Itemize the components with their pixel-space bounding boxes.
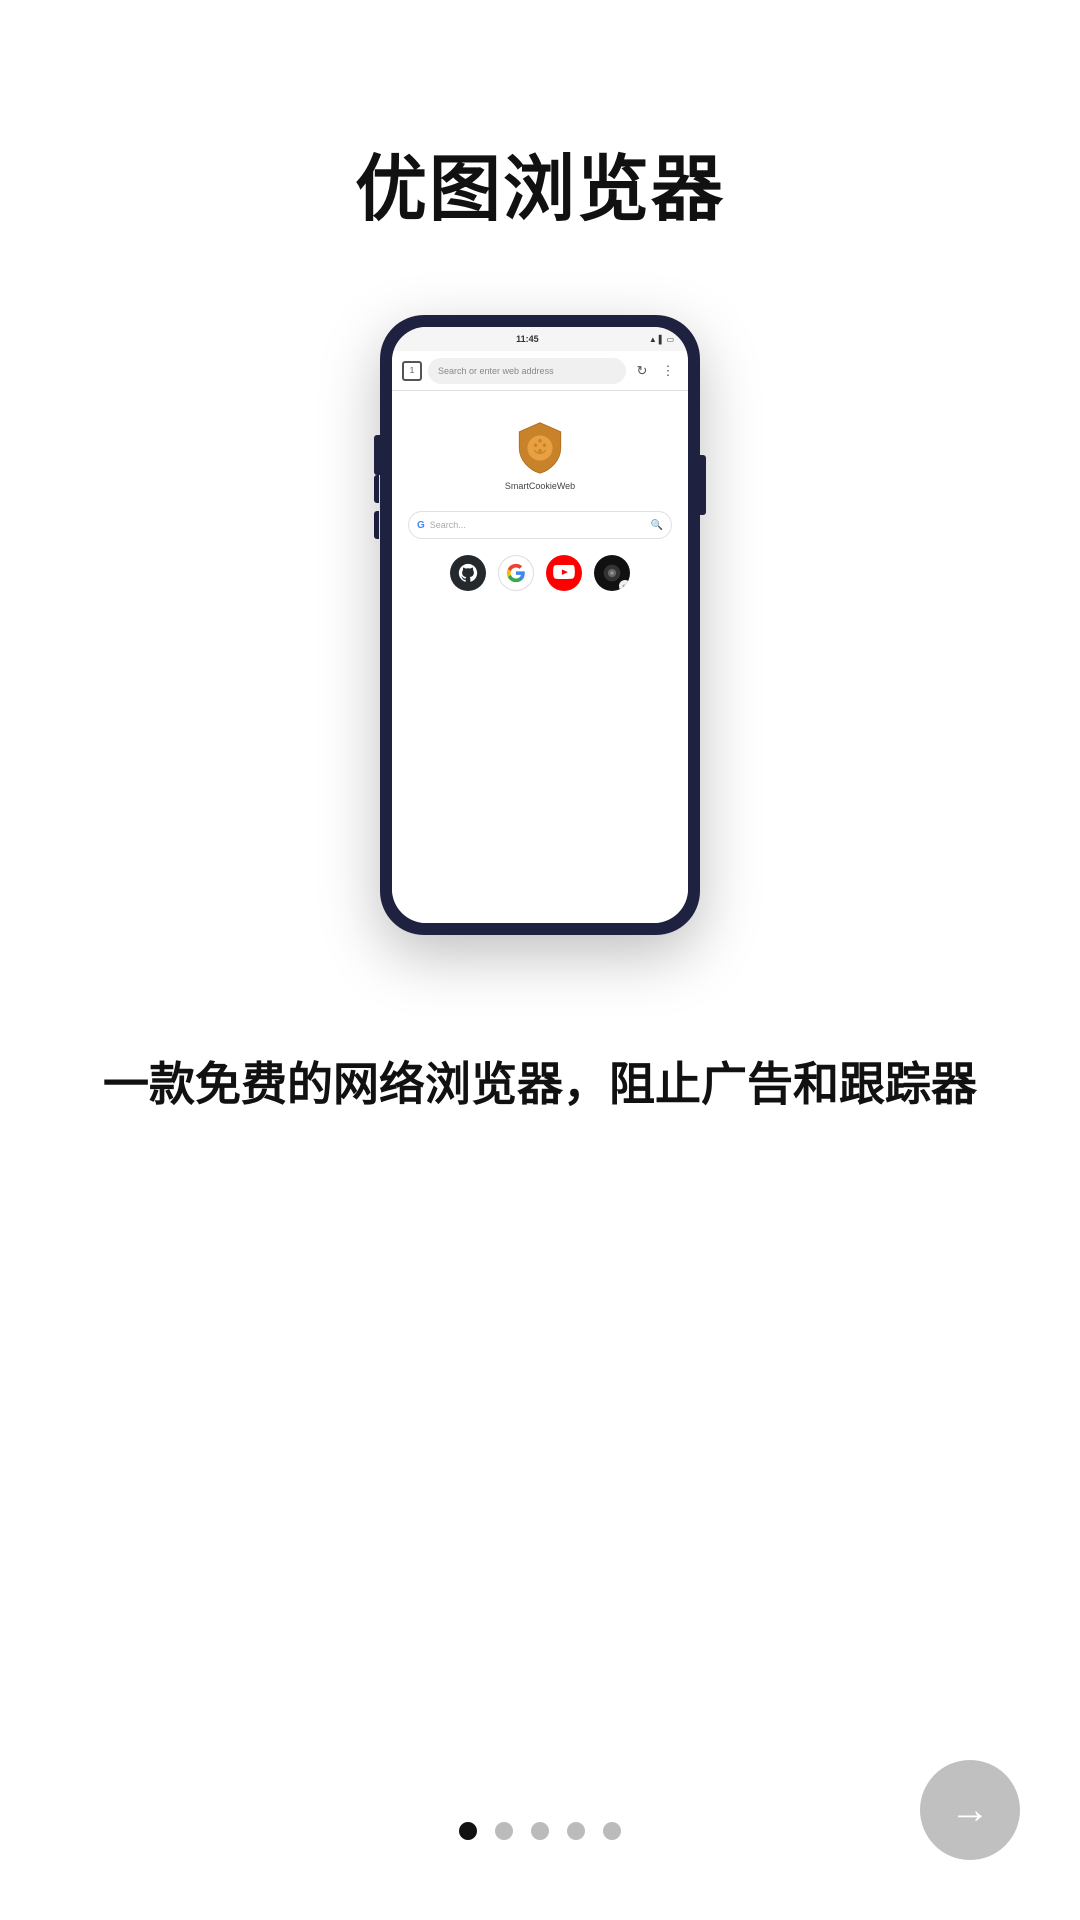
address-bar[interactable]: Search or enter web address <box>428 358 626 384</box>
app-title: 优图浏览器 <box>355 130 725 235</box>
page-container: 优图浏览器 11:45 ▲ ▌ ▭ <box>0 0 1080 1920</box>
signal-icon: ▌ <box>659 335 665 344</box>
bookmark-other[interactable]: ✏ <box>594 555 630 591</box>
scw-shield-icon <box>513 421 567 475</box>
pagination-dots <box>0 1822 1080 1840</box>
dot-1[interactable] <box>459 1822 477 1840</box>
browser-search-bar[interactable]: G Search... 🔍 <box>408 511 672 539</box>
menu-icon: ⋮ <box>662 363 675 379</box>
scw-logo-container: SmartCookieWeb <box>505 421 575 491</box>
wifi-icon: ▲ <box>649 335 657 344</box>
search-magnifier-icon: 🔍 <box>651 520 663 531</box>
dot-2[interactable] <box>495 1822 513 1840</box>
bookmark-github[interactable] <box>450 555 486 591</box>
next-arrow-icon: → <box>950 1790 990 1830</box>
dot-4[interactable] <box>567 1822 585 1840</box>
battery-icon: ▭ <box>666 335 674 344</box>
address-bar-placeholder: Search or enter web address <box>438 366 554 376</box>
menu-button[interactable]: ⋮ <box>658 361 678 381</box>
status-time: 11:45 <box>516 334 539 344</box>
vol-down-btn <box>374 511 379 539</box>
other-app-icon <box>602 563 622 583</box>
bookmarks-row: ✏ <box>450 555 630 591</box>
status-icons: ▲ ▌ ▭ <box>649 335 674 344</box>
phone-outer-frame: 11:45 ▲ ▌ ▭ 1 Search or enter web addres… <box>380 315 700 935</box>
phone-screen: 11:45 ▲ ▌ ▭ 1 Search or enter web addres… <box>392 327 688 923</box>
dot-3[interactable] <box>531 1822 549 1840</box>
edit-dot: ✏ <box>619 580 630 591</box>
google-g-icon: G <box>417 520 425 531</box>
browser-search-placeholder: Search... <box>430 520 646 530</box>
subtitle-text: 一款免费的网络浏览器，阻止广告和跟踪器 <box>43 1055 1037 1115</box>
google-icon <box>506 563 526 583</box>
refresh-icon: ↻ <box>637 363 648 379</box>
bookmark-google[interactable] <box>498 555 534 591</box>
tab-number: 1 <box>410 366 414 375</box>
dot-5[interactable] <box>603 1822 621 1840</box>
volume-buttons <box>374 475 379 539</box>
tab-count-icon[interactable]: 1 <box>402 361 422 381</box>
next-button[interactable]: → <box>920 1760 1020 1860</box>
bookmark-youtube[interactable] <box>546 555 582 591</box>
refresh-button[interactable]: ↻ <box>632 361 652 381</box>
vol-up-btn <box>374 475 379 503</box>
browser-toolbar: 1 Search or enter web address ↻ ⋮ <box>392 351 688 391</box>
status-bar: 11:45 ▲ ▌ ▭ <box>392 327 688 351</box>
browser-content: SmartCookieWeb G Search... 🔍 <box>392 391 688 923</box>
phone-mockup: 11:45 ▲ ▌ ▭ 1 Search or enter web addres… <box>380 315 700 935</box>
youtube-icon <box>553 565 575 581</box>
scw-brand-name: SmartCookieWeb <box>505 481 575 491</box>
github-icon <box>457 562 479 584</box>
